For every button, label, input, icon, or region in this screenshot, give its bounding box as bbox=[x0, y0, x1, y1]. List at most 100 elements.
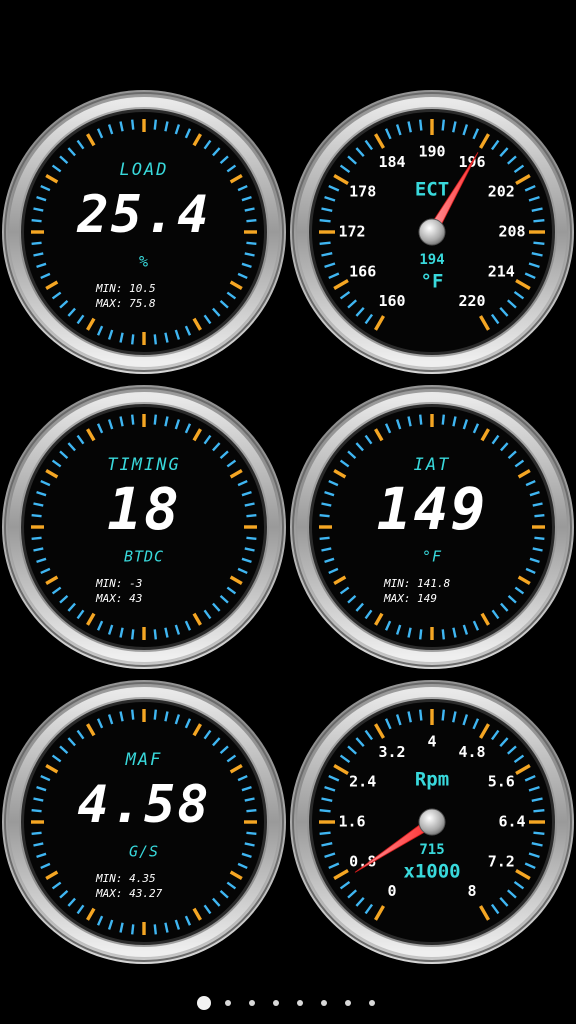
page-dot[interactable] bbox=[345, 1000, 351, 1006]
minor-tick bbox=[153, 119, 158, 130]
page-dot-active[interactable] bbox=[197, 996, 211, 1010]
minor-tick bbox=[246, 808, 257, 813]
gauge-unit: °F bbox=[421, 271, 444, 293]
load-gauge[interactable]: LOAD 25.4% MIN: 10.5 MAX: 75.8 bbox=[2, 90, 286, 374]
max-readout: MAX: 43 bbox=[95, 592, 142, 605]
tick-label: 1.6 bbox=[338, 813, 365, 831]
min-readout: MIN: 4.35 bbox=[95, 872, 156, 885]
minor-tick bbox=[418, 709, 423, 721]
gauge-title: LOAD bbox=[120, 160, 169, 180]
rpm-gauge[interactable]: 00.81.62.43.244.85.66.47.28Rpm715x1000 bbox=[290, 680, 574, 964]
minor-tick bbox=[153, 709, 158, 720]
tick-label: 214 bbox=[488, 263, 515, 281]
minor-tick bbox=[533, 241, 545, 246]
min-readout: MIN: 141.8 bbox=[383, 577, 451, 590]
tick-label: 166 bbox=[349, 263, 376, 281]
tick-label: 178 bbox=[349, 183, 376, 201]
minor-tick bbox=[533, 218, 545, 223]
minor-tick bbox=[533, 831, 545, 836]
minor-tick bbox=[534, 536, 545, 541]
max-readout: MAX: 43.27 bbox=[95, 887, 163, 900]
gauge-title: ECT bbox=[415, 179, 449, 201]
gauge-value: 194 bbox=[419, 252, 444, 268]
minor-tick bbox=[246, 536, 257, 541]
minor-tick bbox=[31, 241, 42, 246]
gauge-value: 25.4 bbox=[76, 185, 210, 245]
max-readout: MAX: 149 bbox=[383, 592, 437, 605]
tick-label: 6.4 bbox=[498, 813, 525, 831]
tick-label: 0 bbox=[387, 882, 396, 900]
tick-label: 208 bbox=[498, 223, 525, 241]
minor-tick bbox=[130, 119, 135, 130]
minor-tick bbox=[130, 334, 135, 345]
minor-tick bbox=[441, 414, 446, 425]
min-readout: MIN: 10.5 bbox=[95, 282, 156, 295]
tick-label: 7.2 bbox=[488, 853, 515, 871]
page-dot[interactable] bbox=[369, 1000, 375, 1006]
minor-tick bbox=[418, 414, 423, 425]
minor-tick bbox=[246, 241, 257, 246]
needle-hub bbox=[418, 218, 446, 246]
page-dot[interactable] bbox=[249, 1000, 255, 1006]
timing-gauge[interactable]: TIMING18 BTDC MIN: -3 MAX: 43 bbox=[2, 385, 286, 669]
maf-gauge[interactable]: MAF 4.58 G/S MIN: 4.35 MAX: 43.27 bbox=[2, 680, 286, 964]
minor-tick bbox=[130, 709, 135, 720]
minor-tick bbox=[441, 119, 446, 131]
iat-gauge[interactable]: IAT149 °F MIN: 141.8 MAX: 149 bbox=[290, 385, 574, 669]
tick-label: 2.4 bbox=[349, 773, 376, 791]
tick-label: 4 bbox=[427, 733, 436, 751]
gauge-value: 149 bbox=[377, 475, 488, 543]
page-dot[interactable] bbox=[225, 1000, 231, 1006]
minor-tick bbox=[418, 629, 423, 640]
needle-hub bbox=[418, 808, 446, 836]
gauge-title: Rpm bbox=[415, 769, 449, 791]
page-indicator bbox=[0, 992, 576, 1016]
minor-tick bbox=[31, 831, 42, 836]
min-readout: MIN: -3 bbox=[95, 577, 142, 590]
minor-tick bbox=[153, 629, 158, 640]
gauge-value: 715 bbox=[419, 842, 444, 858]
tick-label: 172 bbox=[338, 223, 365, 241]
gauge-unit: % bbox=[139, 253, 149, 271]
minor-tick bbox=[130, 414, 135, 425]
tick-label: 160 bbox=[378, 292, 405, 310]
minor-tick bbox=[319, 218, 331, 223]
minor-tick bbox=[319, 241, 331, 246]
minor-tick bbox=[319, 831, 331, 836]
minor-tick bbox=[319, 536, 330, 541]
tick-label: 3.2 bbox=[378, 743, 405, 761]
tick-label: 202 bbox=[488, 183, 515, 201]
gauge-unit: x1000 bbox=[403, 861, 460, 883]
minor-tick bbox=[130, 629, 135, 640]
gauge-dashboard: LOAD25.4%MIN: 10.5MAX: 75.8 1601661721781… bbox=[2, 90, 574, 964]
minor-tick bbox=[153, 924, 158, 935]
minor-tick bbox=[153, 414, 158, 425]
page-dot[interactable] bbox=[273, 1000, 279, 1006]
tick-label: 220 bbox=[458, 292, 485, 310]
gauge-unit: BTDC bbox=[124, 548, 164, 566]
minor-tick bbox=[418, 119, 423, 131]
gauge-title: MAF bbox=[125, 750, 163, 770]
minor-tick bbox=[130, 924, 135, 935]
minor-tick bbox=[441, 709, 446, 721]
gauge-title: IAT bbox=[414, 455, 451, 475]
minor-tick bbox=[246, 513, 257, 518]
minor-tick bbox=[319, 513, 330, 518]
minor-tick bbox=[31, 218, 42, 223]
minor-tick bbox=[31, 808, 42, 813]
page-dot[interactable] bbox=[297, 1000, 303, 1006]
tick-label: 190 bbox=[418, 143, 445, 161]
minor-tick bbox=[533, 808, 545, 813]
page-dot[interactable] bbox=[321, 1000, 327, 1006]
tick-label: 184 bbox=[378, 153, 405, 171]
minor-tick bbox=[319, 808, 331, 813]
minor-tick bbox=[31, 513, 42, 518]
minor-tick bbox=[441, 629, 446, 640]
minor-tick bbox=[246, 218, 257, 223]
minor-tick bbox=[246, 831, 257, 836]
gauge-value: 18 bbox=[107, 475, 181, 543]
ect-gauge[interactable]: 160166172178184190196202208214220ECT194°… bbox=[290, 90, 574, 374]
max-readout: MAX: 75.8 bbox=[95, 297, 156, 310]
minor-tick bbox=[534, 513, 545, 518]
gauge-unit: °F bbox=[422, 548, 442, 566]
